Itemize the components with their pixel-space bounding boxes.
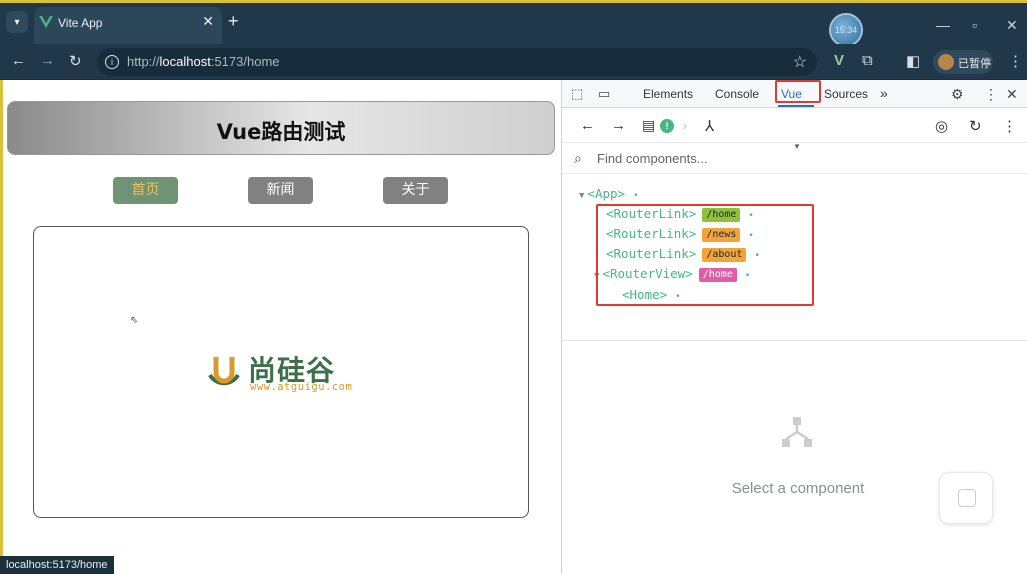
search-icon: ⌕ xyxy=(574,150,582,166)
vt-back-icon[interactable]: ← xyxy=(580,117,595,134)
component-tree-empty-icon xyxy=(782,417,812,447)
page-viewport: Vue路由测试 首页 新闻 关于 ⇖ 尚硅谷 www.atguigu.com l… xyxy=(0,80,561,574)
more-tabs-icon[interactable]: » xyxy=(880,85,888,101)
vt-chevron-icon: › xyxy=(683,119,687,133)
avatar xyxy=(938,54,954,70)
bookmark-star-icon[interactable]: ☆ xyxy=(793,52,807,72)
component-search-input[interactable]: Find components... xyxy=(597,151,708,166)
nav-link-home[interactable]: 首页 xyxy=(113,177,178,204)
devtools-menu-icon[interactable]: ⋮ xyxy=(984,86,998,103)
address-bar[interactable]: i http://localhost:5173/home ☆ xyxy=(97,48,817,76)
floating-play-button[interactable] xyxy=(939,472,993,524)
browser-tab-bar: ▾ Vite App ✕ + 15:34 — ▫ ✕ xyxy=(0,0,1027,47)
tab-search-chevron-icon[interactable]: ▾ xyxy=(6,11,28,33)
reload-icon[interactable]: ↻ xyxy=(69,52,82,70)
active-tab-indicator xyxy=(778,105,814,107)
link-status-bar: localhost:5173/home xyxy=(0,556,114,574)
highlight-box-vue-tab xyxy=(775,80,821,103)
atguigu-logo: 尚硅谷 www.atguigu.com xyxy=(206,347,366,397)
devtools-panel: ⬚ ▭ Elements Console Vue Sources » ⚙ ⋮ ✕… xyxy=(561,80,1027,574)
select-component-target-icon[interactable]: ◎ xyxy=(935,117,948,135)
restore-icon[interactable]: ▫ xyxy=(972,17,977,33)
new-tab-button[interactable]: + xyxy=(228,12,239,30)
highlight-box-component-tree xyxy=(596,204,814,306)
tab-elements[interactable]: Elements xyxy=(643,87,693,101)
tab-close-icon[interactable]: ✕ xyxy=(202,13,214,30)
tree-node-app[interactable]: ▼ <App> • xyxy=(579,185,638,203)
paused-label: 已暂停 xyxy=(958,58,991,70)
page-title: Vue路由测试 xyxy=(216,120,346,144)
component-search: ▼ ⌕ Find components... xyxy=(562,142,1027,174)
vt-forward-icon[interactable]: → xyxy=(611,117,626,134)
window-close-icon[interactable]: ✕ xyxy=(1006,17,1018,34)
address-url[interactable]: http://localhost:5173/home xyxy=(127,54,280,69)
inspect-element-icon[interactable]: ⬚ xyxy=(571,86,587,102)
tab-console[interactable]: Console xyxy=(715,87,759,101)
logo-mark-icon xyxy=(208,357,240,386)
back-arrow-icon[interactable]: ← xyxy=(11,52,26,69)
side-panel-icon[interactable]: ◧ xyxy=(906,52,920,70)
profile-paused-button[interactable]: 已暂停 xyxy=(933,50,993,74)
tab-title: Vite App xyxy=(58,16,103,30)
vt-menu-icon[interactable]: ⋮ xyxy=(1002,117,1017,135)
dropdown-caret-icon: ▼ xyxy=(793,142,801,151)
vue-favicon-icon xyxy=(39,16,53,28)
floating-clock-bubble: 15:34 xyxy=(829,13,863,47)
page-header-banner: Vue路由测试 xyxy=(7,101,555,155)
component-tree-icon[interactable]: ⅄ xyxy=(705,117,714,135)
settings-gear-icon[interactable]: ⚙ xyxy=(951,86,964,103)
router-view-container: ⇖ 尚硅谷 www.atguigu.com xyxy=(33,226,529,518)
pane-divider[interactable] xyxy=(562,340,1027,341)
vt-status-icon[interactable]: ! xyxy=(660,119,674,133)
forward-arrow-icon[interactable]: → xyxy=(40,52,55,69)
browser-toolbar: ← → ↻ i http://localhost:5173/home ☆ V ⧉… xyxy=(0,44,1027,80)
nav-link-news[interactable]: 新闻 xyxy=(248,177,313,204)
browser-menu-icon[interactable]: ⋮ xyxy=(1008,52,1023,70)
nav-link-about[interactable]: 关于 xyxy=(383,177,448,204)
browser-tab[interactable]: Vite App ✕ xyxy=(34,7,222,44)
site-info-icon[interactable]: i xyxy=(105,55,119,69)
vue-devtools-toolbar: ← → ▤ ! › ⅄ ◎ ↻ ⋮ xyxy=(562,109,1027,143)
mouse-pointer-icon: ⇖ xyxy=(130,315,139,326)
vue-devtools-extension-icon[interactable]: V xyxy=(834,52,844,69)
play-icon xyxy=(958,489,976,507)
logo-url-text: www.atguigu.com xyxy=(250,381,353,393)
devtools-tab-bar: ⬚ ▭ Elements Console Vue Sources » ⚙ ⋮ ✕ xyxy=(562,80,1027,108)
tab-sources[interactable]: Sources xyxy=(824,87,868,101)
refresh-icon[interactable]: ↻ xyxy=(969,117,982,135)
vt-pages-icon[interactable]: ▤ xyxy=(642,117,655,134)
minimize-icon[interactable]: — xyxy=(936,17,950,33)
expand-triangle-icon[interactable]: ▼ xyxy=(579,191,584,201)
extensions-puzzle-icon[interactable]: ⧉ xyxy=(862,52,873,69)
devtools-close-icon[interactable]: ✕ xyxy=(1006,86,1018,103)
device-toolbar-icon[interactable]: ▭ xyxy=(598,86,614,102)
